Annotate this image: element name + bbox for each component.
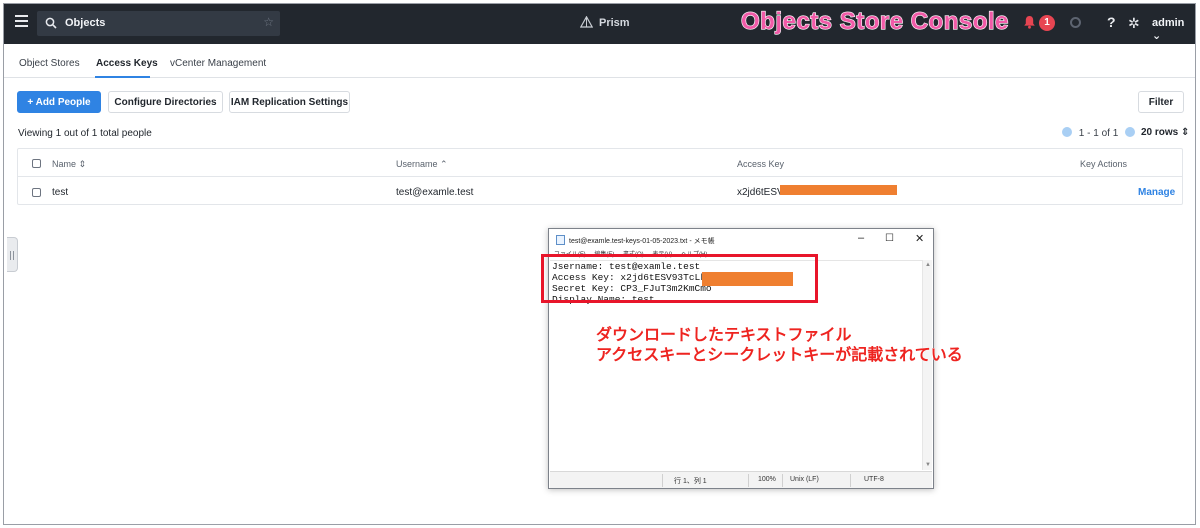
tab-vcenter-management[interactable]: vCenter Management bbox=[170, 58, 266, 69]
search-value: Objects bbox=[65, 17, 106, 29]
tab-object-stores[interactable]: Object Stores bbox=[19, 58, 80, 69]
hamburger-menu-icon[interactable] bbox=[15, 15, 28, 27]
column-access-key: Access Key bbox=[737, 159, 785, 169]
notepad-title: test@examle.test-keys-01-05-2023.txt - メ… bbox=[569, 238, 715, 245]
column-username[interactable]: Username ⌃ bbox=[396, 159, 448, 170]
highlight-box bbox=[541, 254, 818, 303]
line-ending: Unix (LF) bbox=[790, 476, 819, 483]
star-icon[interactable]: ☆ bbox=[263, 15, 274, 29]
gear-icon[interactable]: ✲ bbox=[1128, 15, 1140, 32]
page-range: 1 - 1 of 1 bbox=[1078, 128, 1119, 139]
encoding: UTF-8 bbox=[864, 476, 884, 483]
people-table: Name ⇕ Username ⌃ Access Key Key Actions… bbox=[17, 148, 1183, 205]
column-name[interactable]: Name ⇕ bbox=[52, 159, 86, 170]
side-panel-handle[interactable] bbox=[7, 237, 18, 272]
previous-page-icon[interactable] bbox=[1062, 127, 1072, 137]
row-username: test@examle.test bbox=[396, 187, 474, 198]
row-name: test bbox=[52, 187, 69, 198]
iam-replication-settings-button[interactable]: IAM Replication Settings bbox=[229, 91, 350, 113]
annotation-line-1: ダウンロードしたテキストファイル bbox=[596, 327, 852, 345]
console-title-annotation: Objects Store Console bbox=[740, 7, 1009, 35]
help-icon[interactable]: ? bbox=[1107, 14, 1116, 30]
alert-count-badge[interactable]: 1 bbox=[1039, 15, 1055, 31]
close-icon[interactable]: ✕ bbox=[915, 232, 924, 245]
scroll-up-icon[interactable]: ▲ bbox=[925, 262, 931, 268]
product-name: Prism bbox=[599, 17, 630, 29]
prism-icon bbox=[579, 15, 594, 28]
tab-access-keys[interactable]: Access Keys bbox=[96, 58, 158, 69]
viewing-count-text: Viewing 1 out of 1 total people bbox=[18, 128, 152, 139]
pagination: 1 - 1 of 1 bbox=[1062, 127, 1136, 139]
search-input[interactable]: Objects ☆ bbox=[37, 11, 280, 36]
notepad-icon bbox=[556, 235, 565, 245]
user-menu[interactable]: admin ⌄ bbox=[1152, 17, 1195, 42]
tab-bar: Object Stores Access Keys vCenter Manage… bbox=[4, 44, 1195, 78]
row-checkbox[interactable] bbox=[32, 188, 41, 197]
prism-logo: Prism bbox=[579, 15, 630, 29]
select-all-checkbox[interactable] bbox=[32, 159, 41, 168]
bell-icon[interactable] bbox=[1023, 15, 1036, 29]
zoom-level: 100% bbox=[758, 476, 776, 483]
minimize-icon[interactable]: – bbox=[858, 232, 864, 244]
annotation-text: ダウンロードしたテキストファイル アクセスキーとシークレットキーが記載されている bbox=[596, 326, 963, 366]
notepad-status-bar: 行 1、列 1 100% Unix (LF) UTF-8 bbox=[550, 471, 932, 488]
manage-link[interactable]: Manage bbox=[1138, 187, 1175, 198]
top-bar: Objects ☆ Prism Objects Store Console 1 … bbox=[4, 4, 1195, 44]
access-key-redaction bbox=[780, 185, 897, 195]
scroll-down-icon[interactable]: ▼ bbox=[925, 462, 931, 468]
next-page-icon[interactable] bbox=[1125, 127, 1136, 137]
task-status-icon[interactable] bbox=[1070, 17, 1081, 28]
annotation-line-2: アクセスキーとシークレットキーが記載されている bbox=[596, 347, 963, 365]
filter-button[interactable]: Filter bbox=[1138, 91, 1184, 113]
configure-directories-button[interactable]: Configure Directories bbox=[108, 91, 223, 113]
table-header: Name ⇕ Username ⌃ Access Key Key Actions bbox=[18, 149, 1182, 177]
search-icon bbox=[45, 17, 57, 29]
column-key-actions: Key Actions bbox=[1080, 159, 1128, 169]
cursor-position: 行 1、列 1 bbox=[674, 478, 707, 485]
add-people-button[interactable]: + Add People bbox=[17, 91, 101, 113]
maximize-icon[interactable]: ☐ bbox=[885, 233, 894, 244]
rows-per-page-select[interactable]: 20 rows ⇕ bbox=[1141, 127, 1189, 138]
app-window: Objects ☆ Prism Objects Store Console 1 … bbox=[3, 3, 1196, 525]
active-tab-indicator bbox=[95, 76, 150, 78]
